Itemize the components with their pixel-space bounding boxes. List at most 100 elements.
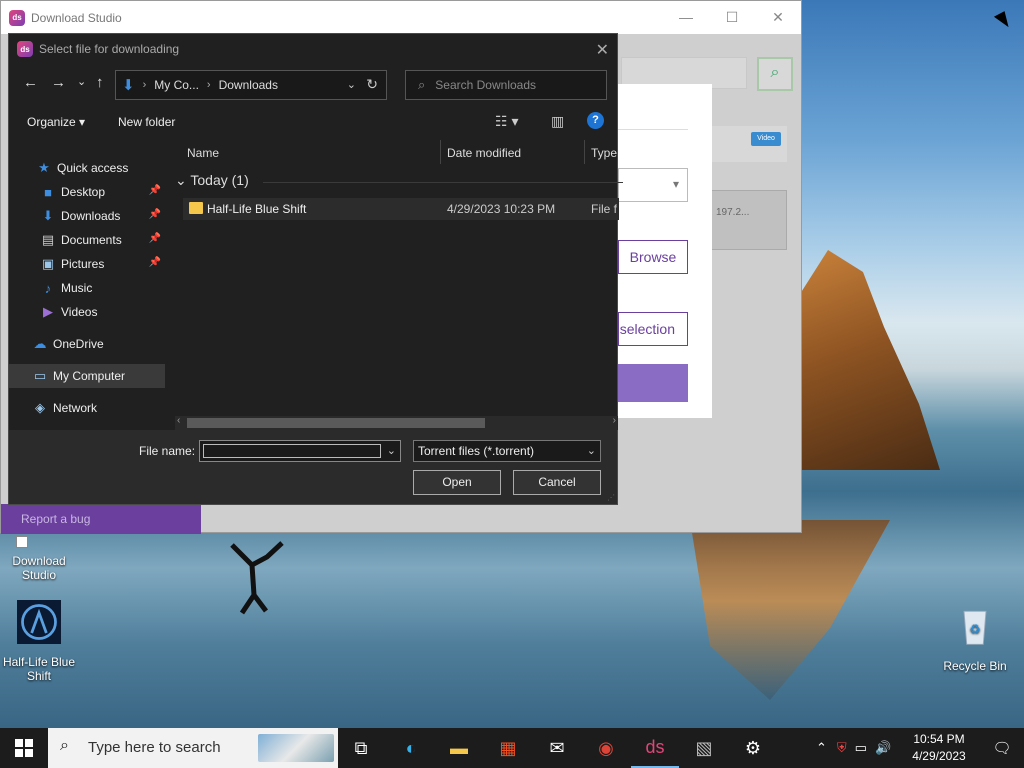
notification-center-icon[interactable]: 🗨 [980,728,1024,768]
horizontal-scrollbar[interactable]: ‹ › [175,415,618,430]
search-downloads-input[interactable]: ⌕ Search Downloads [405,70,607,100]
organize-button[interactable]: Organize ▾ [27,115,85,129]
scroll-left-icon[interactable]: ‹ [177,415,180,426]
file-type-value: Torrent files (*.torrent) [418,444,535,458]
up-button[interactable]: ↑ [96,74,104,91]
nav-item-label: Desktop [61,185,106,199]
dialog-close-button[interactable]: ✕ [596,40,609,60]
nav-item-quick-access[interactable]: ★ Quick access [9,156,165,180]
cloud-icon: ☁ [33,336,47,351]
photos-icon[interactable]: ▧ [680,728,728,768]
file-open-dialog[interactable]: ds Select file for downloading ✕ ← → ⌄ ↑… [8,33,623,505]
refresh-icon[interactable]: ↻ [366,76,378,93]
nav-item-label: Documents [61,233,122,247]
edge-icon[interactable]: ◐ [387,728,435,768]
wallpaper-figure [230,541,284,615]
preview-pane-icon[interactable]: ▥ [551,113,564,130]
breadcrumb-separator: › [206,79,211,91]
taskbar: ⌕ Type here to search ⧉ ◐ ▬ ▦ ✉ ◉ ds ▧ ⚙… [0,728,1024,768]
windows-logo-icon [15,739,33,757]
nav-item-videos[interactable]: ▶ Videos [9,300,165,324]
settings-icon[interactable]: ⚙ [729,728,777,768]
column-header-date[interactable]: Date modified [447,146,521,160]
scroll-right-icon[interactable]: › [613,415,616,426]
resize-grip-icon[interactable]: ⋰ [607,493,615,502]
file-type: File f [591,202,618,216]
dialog-titlebar[interactable]: ds Select file for downloading [9,34,617,64]
file-name-input[interactable]: ⌄ [199,440,401,462]
download-icon: ⬇ [42,208,54,223]
address-bar[interactable]: ⬇ › My Co... › Downloads ⌄ ↻ [115,70,387,100]
nav-item-network[interactable]: ◈ Network [9,396,165,420]
desktop-icon: ■ [44,184,52,200]
nav-item-my-computer[interactable]: ▭ My Computer [9,364,165,388]
dialog-toolbar: Organize ▾ New folder ☷ ▾ ▥ ? [9,110,617,136]
navigation-bar: ← → ⌄ ↑ ⬇ › My Co... › Downloads ⌄ ↻ ⌕ S… [9,70,617,100]
task-view-icon[interactable]: ⧉ [337,728,385,768]
cancel-button[interactable]: Cancel [513,470,601,495]
nav-item-documents[interactable]: ▤ Documents 📌 [9,228,165,252]
scrollbar-thumb[interactable] [187,418,485,428]
column-divider[interactable] [440,140,441,164]
nav-item-music[interactable]: ♪ Music [9,276,165,300]
show-hidden-icons-icon[interactable]: ⌃ [816,740,827,756]
open-button[interactable]: Open [413,470,501,495]
defender-icon[interactable]: ⛨ [837,740,847,756]
desktop-icon-recycle-bin[interactable]: ♻ Recycle Bin [936,604,1014,673]
column-header-type[interactable]: Type [591,146,617,160]
network-status-icon[interactable]: ▭ [855,740,867,756]
download-studio-taskbar-icon[interactable]: ds [631,728,679,768]
recent-locations-button[interactable]: ⌄ [77,75,86,88]
file-type-select[interactable]: Torrent files (*.torrent) ⌄ [413,440,601,462]
volume-icon[interactable]: 🔊 [875,740,891,756]
file-explorer-icon[interactable]: ▬ [435,728,483,768]
pictures-icon: ▣ [41,256,55,271]
pin-icon: 📌 [148,257,161,268]
desktop-icon-label: Download Studio [12,554,66,582]
file-row[interactable]: Half-Life Blue Shift 4/29/2023 10:23 PM … [183,198,619,220]
bg-search-button[interactable]: ⌕ [757,57,793,91]
column-header-name[interactable]: Name [187,146,219,160]
selection-button[interactable]: selection [618,312,688,346]
browse-button[interactable]: Browse [618,240,688,274]
videos-icon: ▶ [43,304,53,319]
taskbar-search-box[interactable]: ⌕ Type here to search [48,728,338,768]
new-folder-button[interactable]: New folder [118,115,175,129]
search-icon: ⌕ [418,77,426,92]
clock-time: 10:54 PM [913,732,965,746]
chevron-down-icon[interactable]: ⌄ [387,444,396,457]
download-studio-icon: ds [17,41,33,57]
help-icon[interactable]: ? [587,112,604,129]
minimize-button[interactable]: — [663,1,709,34]
taskbar-clock[interactable]: 10:54 PM 4/29/2023 [904,731,974,765]
view-options-icon[interactable]: ☷ ▾ [495,113,518,130]
mail-icon[interactable]: ✉ [533,728,581,768]
close-button[interactable]: ✕ [755,1,801,34]
nav-item-pictures[interactable]: ▣ Pictures 📌 [9,252,165,276]
start-button[interactable] [0,728,48,768]
nav-item-onedrive[interactable]: ☁ OneDrive [9,332,165,356]
system-tray: ⌃ ⛨ ▭ 🔊 [816,728,891,768]
chrome-icon[interactable]: ◉ [582,728,630,768]
back-button[interactable]: ← [23,74,38,91]
nav-item-downloads[interactable]: ⬇ Downloads 📌 [9,204,165,228]
chevron-down-icon[interactable]: ⌄ [347,78,356,91]
column-divider[interactable] [584,140,585,164]
desktop-icon-half-life[interactable]: Half-Life Blue Shift [0,600,78,683]
computer-icon: ▭ [33,368,47,383]
breadcrumb-my-computer[interactable]: My Co... [154,78,199,92]
report-bug-link[interactable]: Report a bug [21,512,90,526]
file-name-field[interactable] [203,444,381,458]
file-date: 4/29/2023 10:23 PM [447,202,556,216]
nav-item-desktop[interactable]: ■ Desktop 📌 [9,180,165,204]
breadcrumb-downloads[interactable]: Downloads [219,78,278,92]
maximize-button[interactable]: ☐ [709,1,755,34]
bg-primary-button[interactable] [618,364,688,402]
pin-icon: 📌 [148,233,161,244]
desktop-icon-download-studio[interactable]: Download Studio [0,536,78,582]
forward-button[interactable]: → [51,74,66,91]
file-list[interactable]: Name Date modified Type ⌄ Today (1) Half… [175,138,623,430]
bg-select[interactable] [618,168,688,202]
store-icon[interactable]: ▦ [484,728,532,768]
group-header[interactable]: ⌄ Today (1) [175,172,249,189]
